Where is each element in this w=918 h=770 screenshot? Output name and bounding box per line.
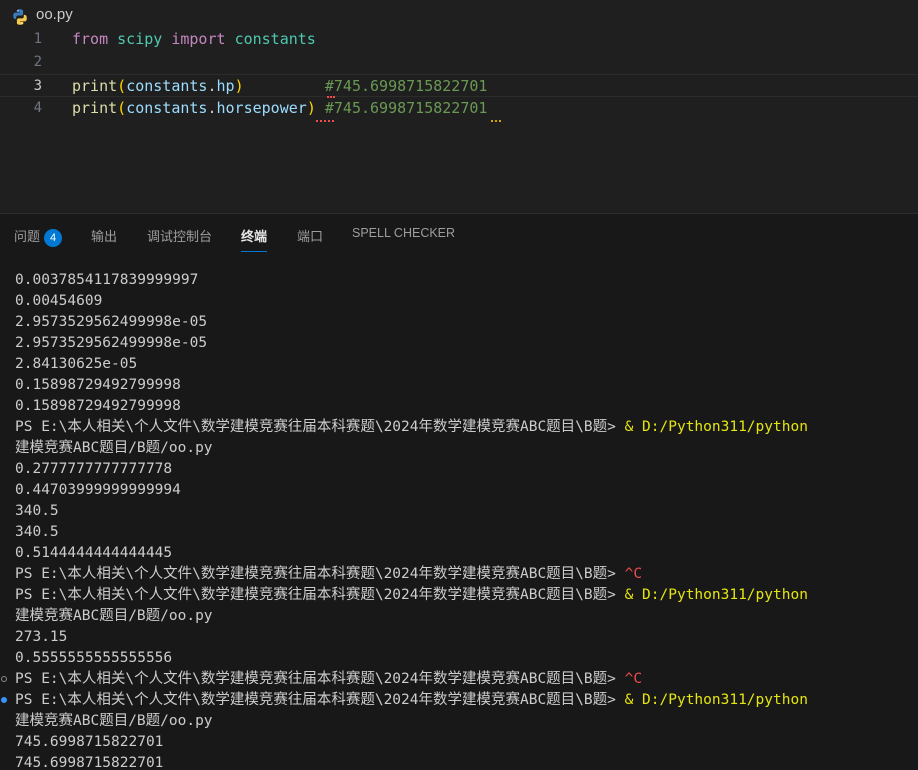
terminal-line: PS E:\本人相关\个人文件\数学建模竞赛往届本科赛题\2024年数学建模竞赛…	[15, 564, 918, 585]
terminal-line: PS E:\本人相关\个人文件\数学建模竞赛往届本科赛题\2024年数学建模竞赛…	[15, 417, 918, 438]
code-line[interactable]: 4 print(constants.horsepower) #745.69987…	[0, 97, 918, 122]
terminal-text: PS E:\本人相关\个人文件\数学建模竞赛往届本科赛题\2024年数学建模竞赛…	[15, 587, 625, 603]
terminal-line: 0.5144444444444445	[15, 543, 918, 564]
terminal-line: 340.5	[15, 501, 918, 522]
terminal-text: 745.6998715822701	[15, 734, 164, 750]
command-decoration-circle-icon[interactable]	[1, 676, 7, 682]
terminal-text: 0.44703999999999994	[15, 482, 181, 498]
tab-spell-checker[interactable]: SPELL CHECKER	[352, 226, 455, 240]
terminal-line: 建模竞赛ABC题目/B题/oo.py	[15, 711, 918, 732]
terminal-text: 340.5	[15, 503, 59, 519]
code-text: print(constants.horsepower) #745.6998715…	[72, 99, 488, 117]
code-text: from scipy import constants	[72, 30, 316, 48]
terminal-line: PS E:\本人相关\个人文件\数学建模竞赛往届本科赛题\2024年数学建模竞赛…	[1, 690, 918, 711]
python-file-icon	[13, 9, 27, 25]
tab-output[interactable]: 输出	[91, 226, 117, 245]
terminal-text: 0.5144444444444445	[15, 545, 173, 561]
terminal-interrupt: ^C	[624, 671, 643, 687]
terminal-line: 0.5555555555555556	[15, 648, 918, 669]
terminal-line: 0.15898729492799998	[15, 375, 918, 396]
terminal-line: PS E:\本人相关\个人文件\数学建模竞赛往届本科赛题\2024年数学建模竞赛…	[1, 669, 918, 690]
terminal-text: 建模竞赛ABC题目/B题/oo.py	[15, 440, 213, 456]
terminal-line: PS E:\本人相关\个人文件\数学建模竞赛往届本科赛题\2024年数学建模竞赛…	[15, 585, 918, 606]
terminal-line: 0.0037854117839999997	[15, 270, 918, 291]
terminal-line: 0.44703999999999994	[15, 480, 918, 501]
terminal-text: 0.15898729492799998	[15, 398, 181, 414]
code-text: print(constants.hp) #745.6998715822701	[72, 77, 488, 95]
tab-debug-console[interactable]: 调试控制台	[147, 226, 212, 245]
tab-ports[interactable]: 端口	[297, 226, 323, 245]
code-line[interactable]: 2	[0, 51, 918, 74]
terminal-text: PS E:\本人相关\个人文件\数学建模竞赛往届本科赛题\2024年数学建模竞赛…	[15, 671, 625, 687]
terminal-text: 0.2777777777777778	[15, 461, 173, 477]
code-editor[interactable]: oo.py 1 from scipy import constants 2 3 …	[0, 0, 918, 213]
line-number: 4	[33, 100, 42, 116]
tab-terminal[interactable]: 终端	[241, 226, 268, 252]
bottom-panel: 问题 4 输出 调试控制台 终端 端口 SPELL CHECKER 0.00378…	[0, 213, 918, 770]
line-number: 2	[33, 54, 42, 70]
terminal-text: PS E:\本人相关\个人文件\数学建模竞赛往届本科赛题\2024年数学建模竞赛…	[15, 566, 625, 582]
panel-tab-bar: 问题 4 输出 调试控制台 终端 端口 SPELL CHECKER	[0, 214, 918, 254]
terminal-command: & D:/Python311/python	[624, 692, 808, 708]
terminal-text: 0.15898729492799998	[15, 377, 181, 393]
terminal-output[interactable]: 0.0037854117839999997 0.00454609 2.9573529…	[1, 270, 918, 770]
terminal-line: 745.6998715822701	[15, 732, 918, 753]
editor-breadcrumb: oo.py	[0, 0, 918, 28]
error-squiggle	[316, 116, 334, 122]
terminal-line: 0.15898729492799998	[15, 396, 918, 417]
terminal-text: 建模竞赛ABC题目/B题/oo.py	[15, 608, 213, 624]
tab-problems[interactable]: 问题 4	[14, 226, 63, 247]
terminal-line: 建模竞赛ABC题目/B题/oo.py	[15, 438, 918, 459]
terminal-text: PS E:\本人相关\个人文件\数学建模竞赛往届本科赛题\2024年数学建模竞赛…	[15, 419, 625, 435]
terminal-text: 2.84130625e-05	[15, 356, 138, 372]
terminal-line: 2.9573529562499998e-05	[15, 333, 918, 354]
terminal-line: 0.2777777777777778	[15, 459, 918, 480]
terminal-line: 2.9573529562499998e-05	[15, 312, 918, 333]
terminal-text: 0.00454609	[15, 293, 103, 309]
terminal-text: 2.9573529562499998e-05	[15, 314, 208, 330]
terminal-text: 2.9573529562499998e-05	[15, 335, 208, 351]
file-name: oo.py	[36, 6, 73, 23]
line-number: 3	[33, 78, 42, 94]
terminal-line: 建模竞赛ABC题目/B题/oo.py	[15, 606, 918, 627]
terminal-line: 340.5	[15, 522, 918, 543]
terminal-command: & D:/Python311/python	[624, 587, 808, 603]
terminal-text: 340.5	[15, 524, 59, 540]
command-success-dot-icon[interactable]	[1, 697, 7, 703]
terminal-text: PS E:\本人相关\个人文件\数学建模竞赛往届本科赛题\2024年数学建模竞赛…	[15, 692, 625, 708]
terminal-line: 2.84130625e-05	[15, 354, 918, 375]
code-line[interactable]: 1 from scipy import constants	[0, 28, 918, 51]
terminal-text: 建模竞赛ABC题目/B题/oo.py	[15, 713, 213, 729]
terminal-text: 0.0037854117839999997	[15, 272, 199, 288]
terminal-text: 745.6998715822701	[15, 755, 164, 770]
terminal-line: 745.6998715822701	[15, 753, 918, 770]
problems-count-badge: 4	[44, 228, 63, 247]
terminal-text: 273.15	[15, 629, 68, 645]
code-line-current[interactable]: 3 print(constants.hp) #745.6998715822701	[0, 74, 918, 98]
warning-squiggle	[491, 116, 501, 122]
line-number: 1	[33, 31, 42, 47]
terminal-line: 0.00454609	[15, 291, 918, 312]
terminal-line: 273.15	[15, 627, 918, 648]
terminal-interrupt: ^C	[624, 566, 643, 582]
terminal-command: & D:/Python311/python	[624, 419, 808, 435]
terminal-text: 0.5555555555555556	[15, 650, 173, 666]
